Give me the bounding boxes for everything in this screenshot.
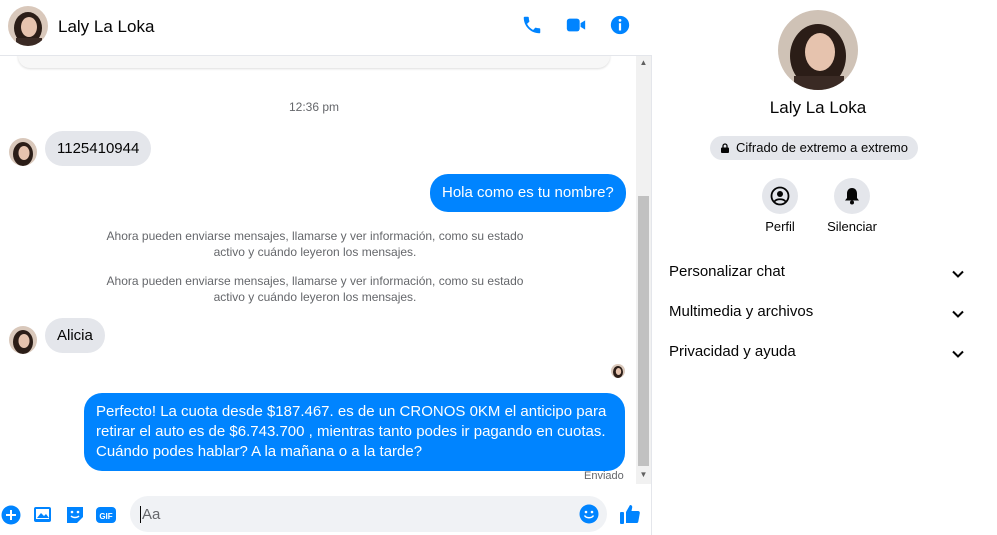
- like-icon[interactable]: [619, 503, 641, 525]
- chat-header: Laly La Loka: [0, 0, 652, 56]
- scroll-thumb[interactable]: [638, 196, 649, 466]
- chat-pane: Laly La Loka 12:36 pm 1125410944 Hola co…: [0, 0, 652, 535]
- outgoing-message[interactable]: Hola como es tu nombre?: [430, 174, 626, 212]
- incoming-message[interactable]: 1125410944: [45, 131, 152, 166]
- system-notice-line: Ahora pueden enviarse mensajes, llamarse…: [106, 274, 524, 288]
- scroll-up-arrow[interactable]: ▲: [636, 56, 651, 70]
- emoji-icon[interactable]: [579, 504, 599, 524]
- lock-icon: [721, 143, 729, 153]
- message-line: Perfecto! La cuota desde $187.467. es de…: [96, 403, 607, 420]
- chevron-down-icon: [952, 270, 964, 278]
- row-label: Privacidad y ayuda: [669, 343, 796, 360]
- mute-label: Silenciar: [827, 219, 877, 234]
- sticker-icon[interactable]: [65, 505, 85, 525]
- row-personalize-chat[interactable]: Personalizar chat: [669, 263, 969, 287]
- sender-avatar: [9, 138, 37, 166]
- chevron-down-icon: [952, 350, 964, 358]
- row-privacy-help[interactable]: Privacidad y ayuda: [669, 343, 969, 367]
- row-label: Multimedia y archivos: [669, 303, 814, 320]
- system-notice-line: activo y cuándo leyeron los mensajes.: [213, 290, 417, 304]
- phone-icon[interactable]: [521, 14, 543, 36]
- scroll-down-arrow[interactable]: ▼: [636, 468, 651, 482]
- gif-icon[interactable]: GIF: [96, 505, 116, 525]
- encryption-label: Cifrado de extremo a extremo: [736, 140, 908, 155]
- message-line: Cuándo podes hablar? A la mañana o a la …: [96, 443, 423, 460]
- seen-indicator-avatar: [611, 364, 625, 378]
- profile-button[interactable]: [762, 178, 798, 214]
- system-notice-line: activo y cuándo leyeron los mensajes.: [213, 245, 417, 259]
- plus-icon[interactable]: [1, 505, 21, 525]
- chevron-down-icon: [952, 310, 964, 318]
- message-line: retirar el auto es de $6.743.700 , mient…: [96, 423, 606, 440]
- video-icon[interactable]: [565, 14, 587, 36]
- profile-label: Perfil: [765, 219, 795, 234]
- sender-avatar: [9, 326, 37, 354]
- message-list: 12:36 pm 1125410944 Hola como es tu nomb…: [0, 56, 636, 484]
- system-notice: Ahora pueden enviarse mensajes, llamarse…: [90, 228, 540, 260]
- mute-button[interactable]: [834, 178, 870, 214]
- delivery-status: Enviado: [584, 470, 624, 482]
- system-notice: Ahora pueden enviarse mensajes, llamarse…: [90, 273, 540, 305]
- message-input-placeholder: Aa: [142, 506, 161, 523]
- incoming-message[interactable]: Alicia: [45, 318, 105, 353]
- contact-avatar[interactable]: [8, 6, 48, 46]
- previous-message-fragment: [18, 56, 610, 68]
- bell-icon: [845, 188, 859, 205]
- message-input[interactable]: Aa: [130, 496, 607, 532]
- info-icon[interactable]: [609, 14, 631, 36]
- system-notice-line: Ahora pueden enviarse mensajes, llamarse…: [106, 229, 524, 243]
- profile-name: Laly La Loka: [769, 98, 867, 117]
- scrollbar[interactable]: ▲ ▼: [636, 56, 651, 484]
- row-media-files[interactable]: Multimedia y archivos: [669, 303, 969, 327]
- svg-text:GIF: GIF: [99, 512, 112, 521]
- photo-icon[interactable]: [33, 505, 53, 525]
- encryption-badge[interactable]: Cifrado de extremo a extremo: [710, 136, 918, 160]
- outgoing-message[interactable]: Perfecto! La cuota desde $187.467. es de…: [84, 393, 625, 471]
- profile-icon: [770, 186, 790, 206]
- contact-name[interactable]: Laly La Loka: [58, 17, 154, 37]
- timestamp: 12:36 pm: [288, 100, 340, 114]
- text-caret: [140, 506, 141, 523]
- profile-photo[interactable]: [778, 10, 858, 90]
- row-label: Personalizar chat: [669, 263, 785, 280]
- conversation-info-panel: Laly La Loka Cifrado de extremo a extrem…: [653, 0, 997, 535]
